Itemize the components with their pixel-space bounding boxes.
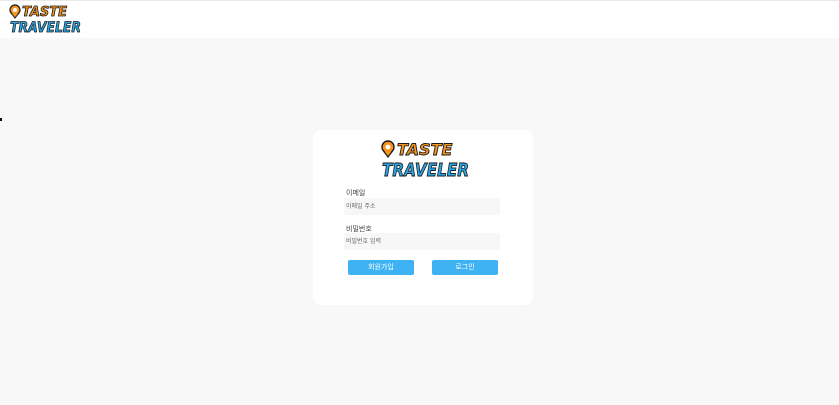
- signup-button[interactable]: 회원가입: [348, 260, 414, 275]
- login-card: TASTE TRAVELER 이메일 비밀번호 회원가입 로그인: [313, 130, 533, 305]
- top-navbar: TASTE TRAVELER: [0, 0, 839, 38]
- pin-icon: [9, 4, 21, 19]
- pin-icon: [381, 140, 395, 158]
- logo-line1: TASTE: [397, 140, 452, 159]
- logo-line2: TRAVELER: [382, 160, 469, 179]
- email-field[interactable]: [344, 198, 500, 215]
- logo-line2: TRAVELER: [10, 20, 81, 35]
- email-label: 이메일: [346, 189, 366, 197]
- taste-traveler-logo[interactable]: TASTE TRAVELER: [9, 3, 83, 35]
- stray-marker: [0, 118, 2, 121]
- password-field[interactable]: [344, 233, 500, 250]
- login-button[interactable]: 로그인: [432, 260, 498, 275]
- taste-traveler-logo-large: TASTE TRAVELER: [381, 140, 469, 179]
- logo-line1: TASTE: [22, 5, 67, 20]
